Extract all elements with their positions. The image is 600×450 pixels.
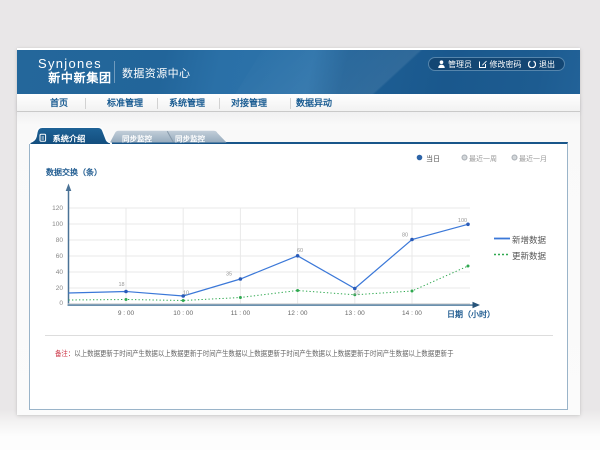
svg-text:同步监控: 同步监控 bbox=[122, 134, 152, 144]
svg-text:60: 60 bbox=[56, 253, 64, 260]
svg-text:10: 10 bbox=[353, 291, 359, 297]
svg-text:120: 120 bbox=[52, 205, 63, 212]
svg-text:13 : 00: 13 : 00 bbox=[345, 310, 365, 317]
svg-text:80: 80 bbox=[56, 237, 64, 244]
svg-text:80: 80 bbox=[402, 233, 408, 239]
svg-text:40: 40 bbox=[56, 269, 64, 276]
svg-text:9 : 00: 9 : 00 bbox=[118, 310, 135, 317]
svg-text:12 : 00: 12 : 00 bbox=[288, 310, 308, 317]
svg-text:同步监控: 同步监控 bbox=[175, 134, 205, 144]
svg-text:60: 60 bbox=[297, 248, 303, 254]
svg-text:0: 0 bbox=[59, 300, 63, 307]
svg-text:10: 10 bbox=[183, 291, 189, 297]
svg-text:系统介绍: 系统介绍 bbox=[53, 134, 86, 144]
svg-text:18: 18 bbox=[118, 282, 124, 288]
svg-text:14 : 00: 14 : 00 bbox=[402, 310, 422, 317]
svg-text:35: 35 bbox=[226, 272, 232, 278]
svg-text:11 : 00: 11 : 00 bbox=[231, 310, 251, 317]
svg-text:100: 100 bbox=[52, 221, 63, 228]
svg-text:10 : 00: 10 : 00 bbox=[173, 310, 193, 317]
svg-text:100: 100 bbox=[458, 218, 467, 224]
svg-text:20: 20 bbox=[56, 285, 64, 292]
